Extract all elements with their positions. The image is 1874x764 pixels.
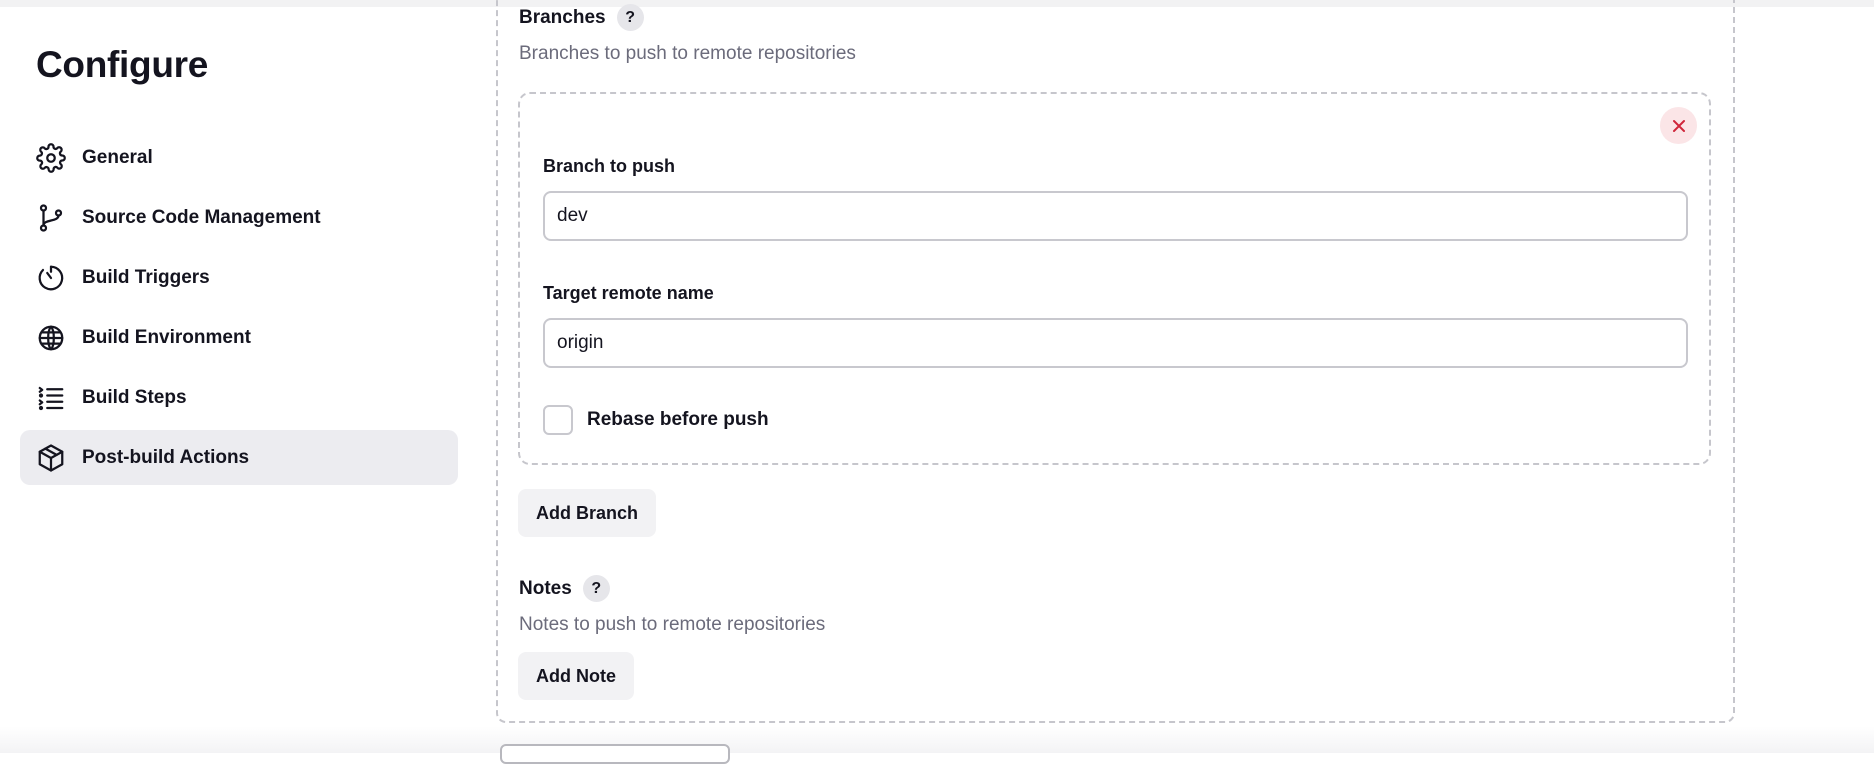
branch-entry-card: Branch to push Target remote name Rebase… [518, 92, 1711, 465]
branches-help-button[interactable]: ? [616, 4, 644, 31]
gear-icon [35, 142, 67, 174]
sidebar-item-post-build-actions[interactable]: Post-build Actions [20, 430, 458, 485]
rebase-before-push-checkbox[interactable] [543, 405, 573, 435]
sidebar-nav: General Source Code Management Build Tri… [20, 130, 458, 490]
sidebar-item-label: Post-build Actions [82, 446, 250, 468]
notes-description: Notes to push to remote repositories [519, 614, 826, 635]
page-title: Configure [36, 44, 209, 85]
branches-heading-label: Branches [519, 6, 606, 28]
branches-heading: Branches ? [519, 4, 644, 31]
close-icon [1672, 119, 1685, 132]
partially-visible-button[interactable] [500, 744, 730, 764]
add-branch-button[interactable]: Add Branch [518, 489, 657, 537]
timer-icon [35, 262, 67, 294]
sidebar-item-build-environment[interactable]: Build Environment [20, 310, 458, 365]
branch-to-push-input[interactable] [543, 191, 1688, 241]
sidebar-item-build-triggers[interactable]: Build Triggers [20, 250, 458, 305]
sidebar-item-general[interactable]: General [20, 130, 458, 185]
target-remote-name-label: Target remote name [543, 283, 714, 303]
sidebar-item-label: Build Steps [82, 386, 187, 408]
sidebar-item-label: Build Environment [82, 326, 251, 348]
add-note-button[interactable]: Add Note [518, 652, 634, 700]
sidebar-item-label: Build Triggers [82, 266, 210, 288]
notes-heading: Notes ? [519, 575, 610, 602]
sidebar-item-build-steps[interactable]: Build Steps [20, 370, 458, 425]
globe-icon [35, 322, 67, 354]
sidebar-item-label: Source Code Management [82, 206, 321, 228]
git-branch-icon [35, 202, 67, 234]
target-remote-name-input[interactable] [543, 318, 1688, 368]
branch-to-push-label: Branch to push [543, 156, 676, 176]
package-icon [35, 442, 67, 474]
notes-heading-label: Notes [519, 577, 572, 599]
bottom-shade [0, 726, 1874, 753]
rebase-before-push-option[interactable]: Rebase before push [543, 405, 769, 435]
notes-help-button[interactable]: ? [582, 575, 610, 602]
branches-description: Branches to push to remote repositories [519, 43, 856, 64]
delete-branch-button[interactable] [1660, 107, 1697, 144]
list-icon [35, 382, 67, 414]
sidebar-item-source-code-management[interactable]: Source Code Management [20, 190, 458, 245]
rebase-before-push-label: Rebase before push [587, 409, 769, 430]
sidebar-item-label: General [82, 146, 153, 168]
